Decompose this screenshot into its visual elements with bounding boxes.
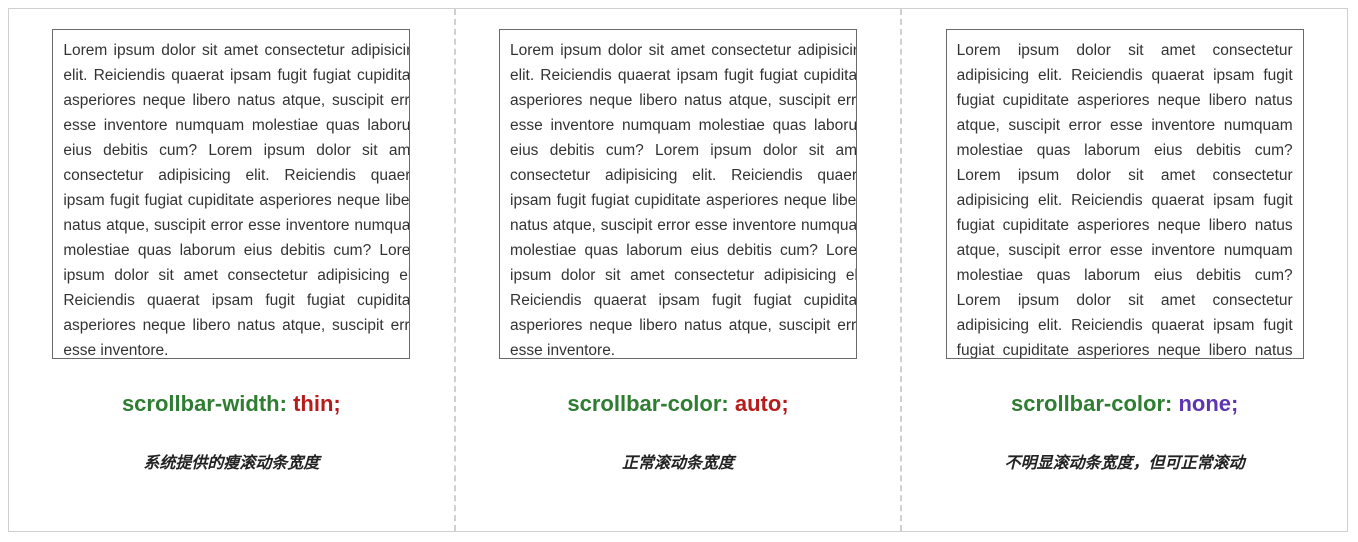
scroll-demo-box[interactable]: Lorem ipsum dolor sit amet consectetur a… <box>52 29 410 359</box>
css-colon: : <box>280 391 293 416</box>
panel-thin: Lorem ipsum dolor sit amet consectetur a… <box>9 9 454 531</box>
css-declaration: scrollbar-width: thin; <box>122 391 341 417</box>
panel-none: Lorem ipsum dolor sit amet consectetur a… <box>900 9 1347 531</box>
description-text: 系统提供的瘦滚动条宽度 <box>143 449 319 473</box>
scroll-demo-box[interactable]: Lorem ipsum dolor sit amet consectetur a… <box>499 29 857 359</box>
demo-text: Lorem ipsum dolor sit amet consectetur a… <box>53 30 410 359</box>
css-declaration: scrollbar-color: none; <box>1011 391 1238 417</box>
css-property: scrollbar-color <box>1011 391 1165 416</box>
demo-text: Lorem ipsum dolor sit amet consectetur a… <box>500 30 857 359</box>
css-value: auto; <box>735 391 789 416</box>
panel-auto: Lorem ipsum dolor sit amet consectetur a… <box>454 9 901 531</box>
demo-text: Lorem ipsum dolor sit amet consectetur a… <box>947 30 1303 359</box>
css-property: scrollbar-color <box>567 391 721 416</box>
css-property: scrollbar-width <box>122 391 280 416</box>
description-text: 正常滚动条宽度 <box>622 449 734 473</box>
css-colon: : <box>1165 391 1178 416</box>
css-value: none; <box>1178 391 1238 416</box>
css-value: thin; <box>293 391 341 416</box>
css-colon: : <box>721 391 734 416</box>
scroll-demo-box[interactable]: Lorem ipsum dolor sit amet consectetur a… <box>946 29 1304 359</box>
description-text: 不明显滚动条宽度，但可正常滚动 <box>1005 449 1245 473</box>
css-declaration: scrollbar-color: auto; <box>567 391 788 417</box>
comparison-container: Lorem ipsum dolor sit amet consectetur a… <box>8 8 1348 532</box>
